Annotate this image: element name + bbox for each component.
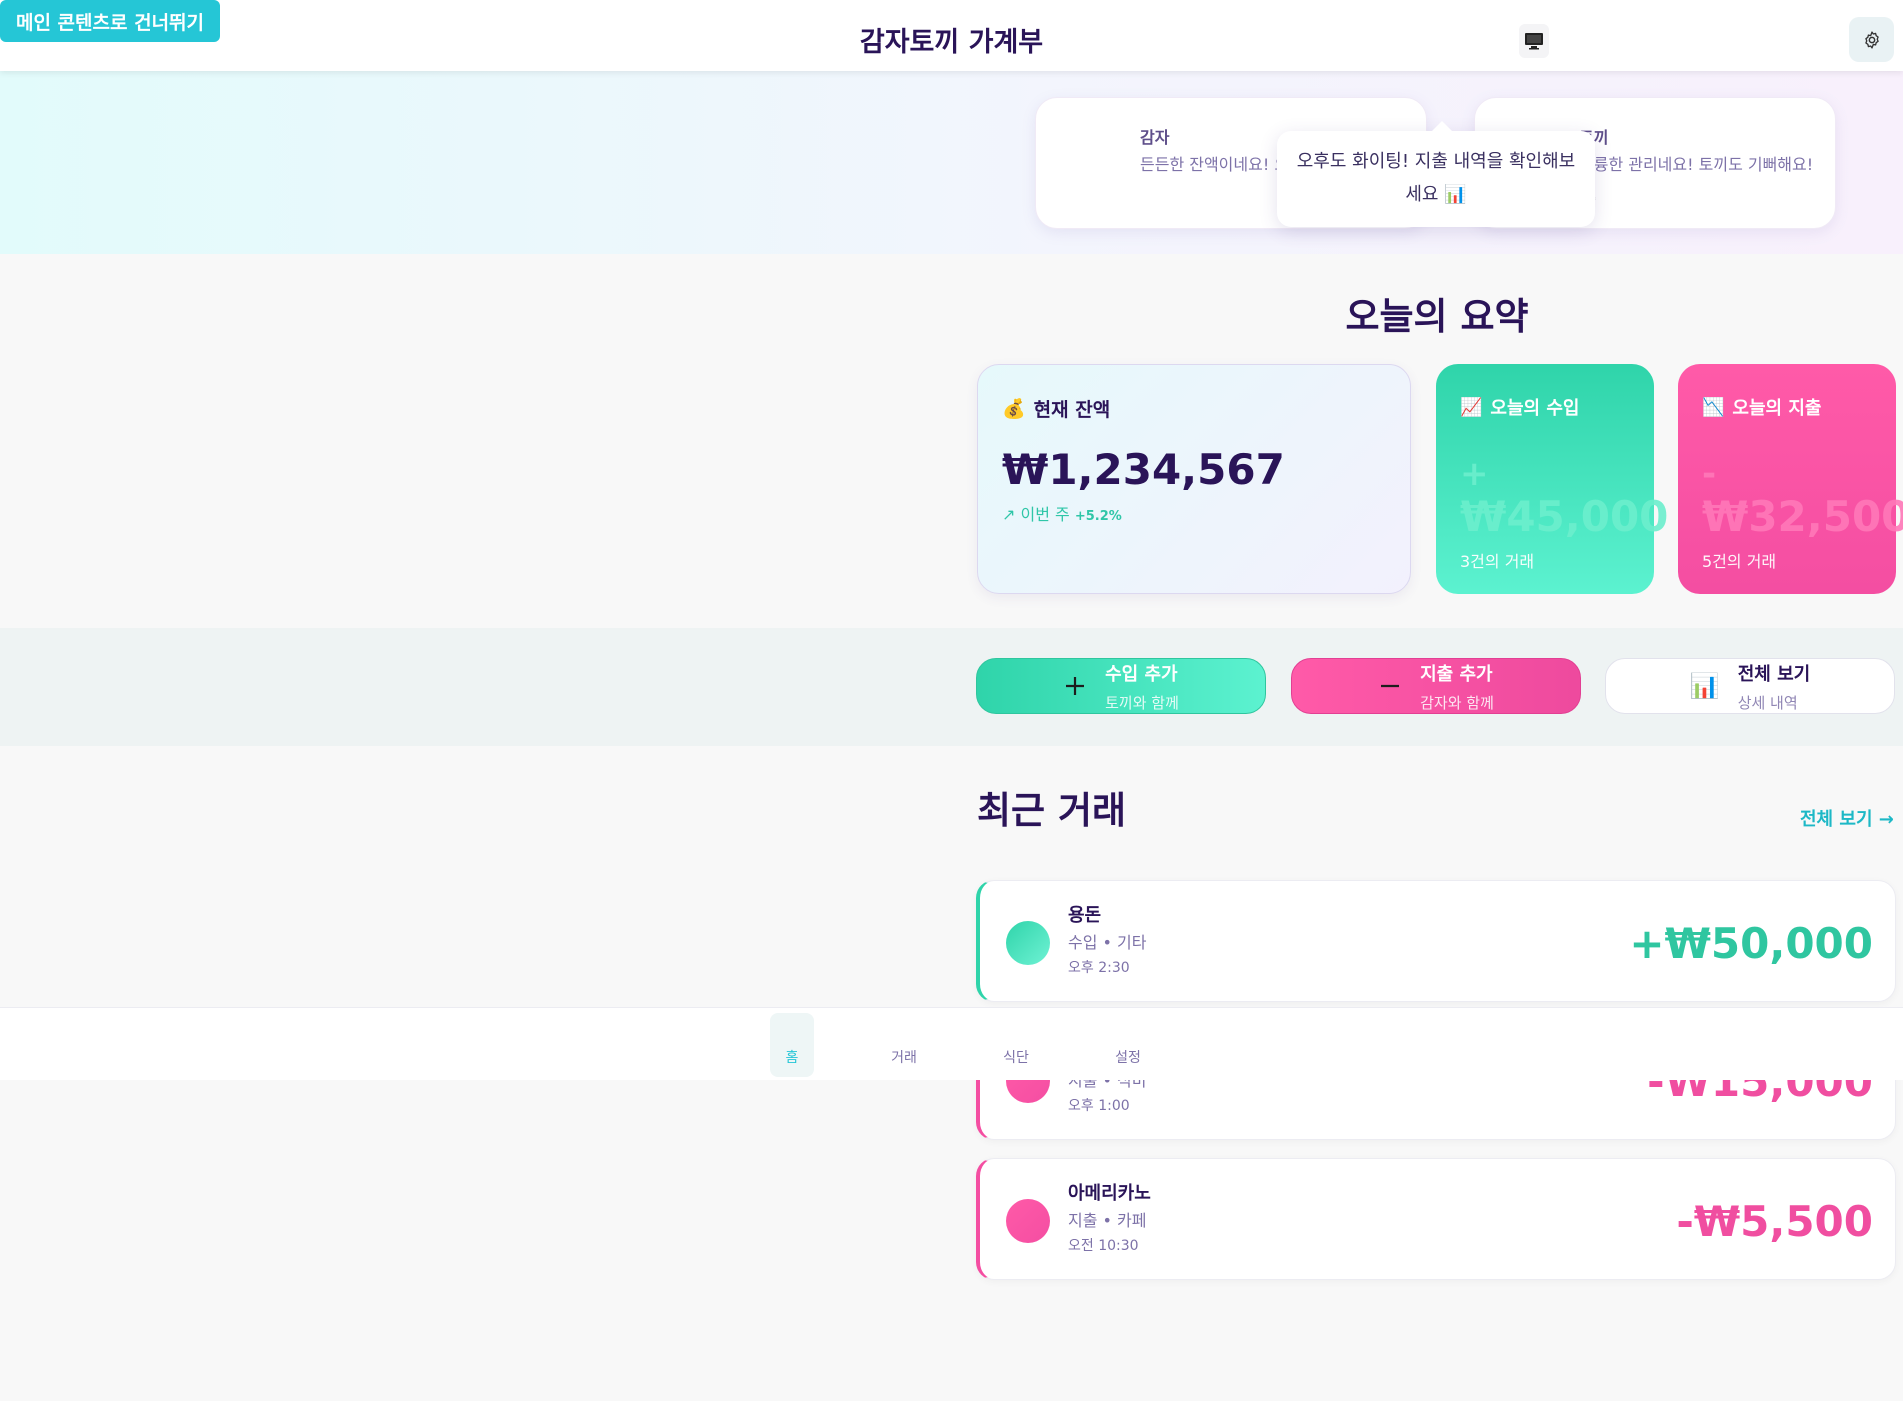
transaction-name: 아메리카노 <box>1068 1183 1151 1204</box>
transaction-name: 용돈 <box>1068 905 1102 926</box>
minus-icon <box>1381 684 1400 688</box>
income-label: 📈 오늘의 수입 <box>1460 394 1580 420</box>
expense-count: 5건의 거래 <box>1702 552 1777 571</box>
transaction-time: 오후 1:00 <box>1068 1098 1130 1114</box>
balance-amount: ₩1,234,567 <box>1002 445 1285 494</box>
transaction-category: 수입 • 기타 <box>1068 933 1147 952</box>
monitor-icon <box>1525 33 1543 50</box>
settings-button[interactable] <box>1849 17 1894 62</box>
recent-transactions-title: 최근 거래 <box>977 789 1127 832</box>
balance-label-text: 현재 잔액 <box>1033 399 1111 421</box>
summary-title: 오늘의 요약 <box>1345 295 1529 338</box>
add-income-button[interactable]: 수입 추가 토끼와 함께 <box>976 658 1266 714</box>
balance-trend: ↗ 이번 주 +5.2% <box>1002 501 1122 525</box>
expense-label: 📉 오늘의 지출 <box>1702 394 1822 420</box>
app-header: 감자토끼 가계부 <box>0 0 1903 71</box>
transaction-category: 지출 • 카페 <box>1068 1211 1147 1230</box>
money-bag-icon: 💰 <box>1002 398 1026 420</box>
potato-name: 감자 <box>1140 128 1170 147</box>
trend-label: ↗ 이번 주 <box>1002 505 1070 524</box>
bottom-navigation: 홈 거래 식단 설정 <box>0 1007 1903 1080</box>
nav-item-transactions[interactable]: 거래 <box>882 1013 926 1077</box>
transaction-category-dot <box>1006 1199 1050 1243</box>
transaction-amount: +₩50,000 <box>1629 919 1873 968</box>
view-all-button[interactable]: 📊 전체 보기 상세 내역 <box>1605 658 1895 714</box>
recent-view-all-link[interactable]: 전체 보기 → <box>1800 805 1894 831</box>
income-label-text: 오늘의 수입 <box>1490 398 1580 419</box>
add-income-title: 수입 추가 <box>1105 663 1178 685</box>
character-hero: 감자 든든한 잔액이네요! 요! 🥔 토끼 훌륭한 관리네요! 토끼도 기뻐해요… <box>0 71 1903 254</box>
expense-sign: - <box>1702 454 1717 494</box>
chart-increasing-icon: 📈 <box>1460 396 1483 418</box>
today-expense-card: 📉 오늘의 지출 - ₩32,500 5건의 거래 <box>1678 364 1903 594</box>
bunny-message: 훌륭한 관리네요! 토끼도 기뻐해요! 🐰 <box>1579 155 1814 203</box>
chart-decreasing-icon: 📉 <box>1702 396 1725 418</box>
display-mode-button[interactable] <box>1519 24 1549 58</box>
today-income-card: 📈 오늘의 수입 + ₩45,000 3건의 거래 <box>1436 364 1668 594</box>
view-all-sub: 상세 내역 <box>1737 693 1798 712</box>
transaction-time: 오전 10:30 <box>1068 1238 1139 1254</box>
transaction-time: 오후 2:30 <box>1068 960 1130 976</box>
transaction-item[interactable]: 용돈 수입 • 기타 오후 2:30 +₩50,000 <box>976 880 1896 1002</box>
balance-card: 💰 현재 잔액 ₩1,234,567 ↗ 이번 주 +5.2% <box>977 364 1411 594</box>
gear-icon <box>1864 30 1879 49</box>
app-title: 감자토끼 가계부 <box>859 27 1044 58</box>
add-expense-button[interactable]: 지출 추가 감자와 함께 <box>1291 658 1581 714</box>
transaction-category-dot <box>1006 921 1050 965</box>
skip-to-content-link[interactable]: 메인 콘텐츠로 건너뛰기 <box>0 0 220 42</box>
transaction-item[interactable]: 아메리카노 지출 • 카페 오전 10:30 -₩5,500 <box>976 1158 1896 1280</box>
add-expense-title: 지출 추가 <box>1420 663 1493 685</box>
nav-item-settings[interactable]: 설정 <box>1106 1013 1150 1077</box>
plus-icon <box>1066 677 1085 695</box>
nav-item-meal[interactable]: 식단 <box>994 1013 1038 1077</box>
add-income-sub: 토끼와 함께 <box>1105 693 1179 712</box>
add-expense-sub: 감자와 함께 <box>1420 693 1494 712</box>
character-tooltip: 오후도 화이팅! 지출 내역을 확인해보세요 📊 <box>1277 121 1595 227</box>
view-all-title: 전체 보기 <box>1737 663 1811 685</box>
income-count: 3건의 거래 <box>1460 552 1535 571</box>
transaction-amount: -₩5,500 <box>1676 1197 1873 1246</box>
bar-chart-icon: 📊 <box>1689 672 1720 700</box>
expense-label-text: 오늘의 지출 <box>1732 398 1822 419</box>
trend-value: +5.2% <box>1074 509 1122 524</box>
expense-amount: ₩32,500 <box>1702 492 1903 541</box>
balance-label: 💰 현재 잔액 <box>1002 395 1110 422</box>
income-amount: ₩45,000 <box>1460 492 1669 541</box>
nav-item-home[interactable]: 홈 <box>770 1013 814 1077</box>
income-sign: + <box>1460 454 1489 494</box>
